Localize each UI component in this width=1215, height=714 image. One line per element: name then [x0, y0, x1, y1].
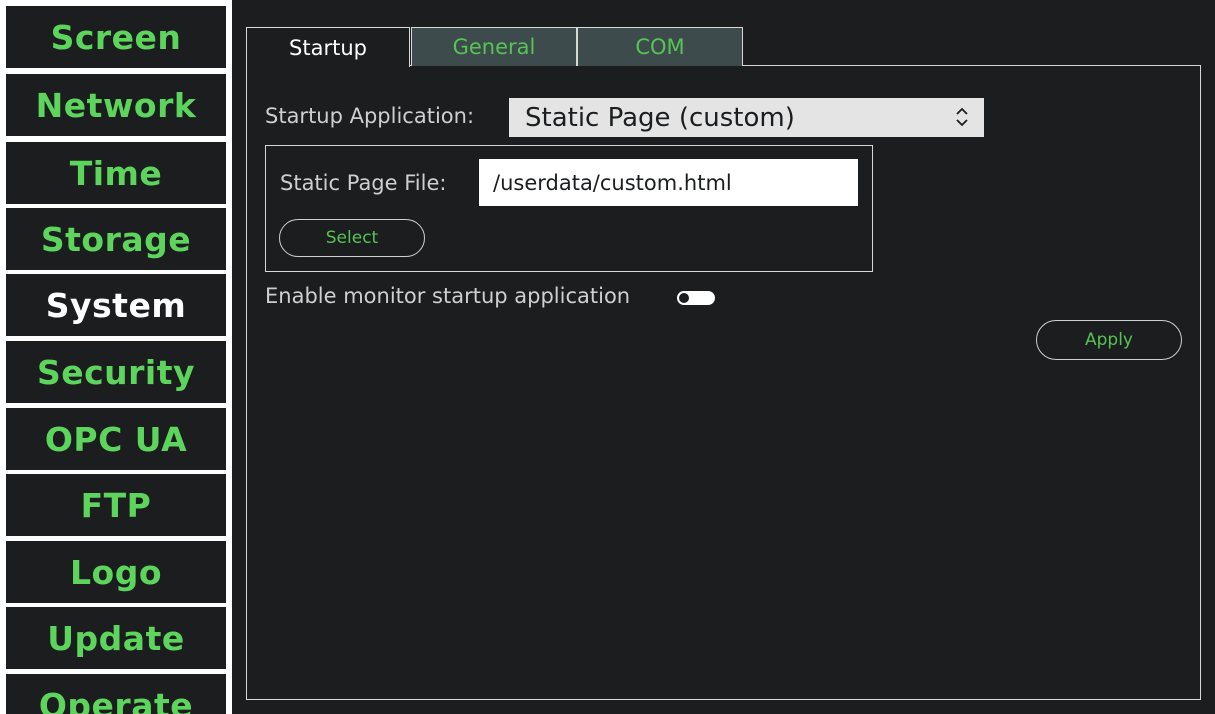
startup-application-label: Startup Application: — [265, 104, 475, 128]
sidebar-item-update[interactable]: Update — [6, 607, 226, 669]
tab-com[interactable]: COM — [577, 27, 743, 66]
settings-window: Screen Network Time Storage System Secur… — [0, 0, 1215, 714]
tab-general[interactable]: General — [411, 27, 577, 66]
apply-button[interactable]: Apply — [1036, 320, 1182, 360]
sidebar-item-opc-ua[interactable]: OPC UA — [6, 408, 226, 470]
monitor-startup-label: Enable monitor startup application — [265, 284, 631, 308]
static-page-file-input[interactable] — [479, 159, 858, 206]
select-button[interactable]: Select — [279, 219, 425, 257]
sidebar-item-logo[interactable]: Logo — [6, 541, 226, 603]
monitor-startup-toggle[interactable] — [677, 291, 715, 305]
sidebar-item-ftp[interactable]: FTP — [6, 474, 226, 536]
startup-application-select[interactable]: Static Page (custom) — [509, 98, 984, 137]
chevron-up-down-icon — [956, 107, 968, 127]
sidebar-item-system[interactable]: System — [6, 274, 226, 336]
tab-startup[interactable]: Startup — [246, 27, 410, 67]
static-page-file-label: Static Page File: — [280, 171, 447, 195]
sidebar: Screen Network Time Storage System Secur… — [0, 0, 232, 714]
sidebar-item-security[interactable]: Security — [6, 341, 226, 403]
sidebar-item-operate[interactable]: Operate — [6, 674, 226, 714]
sidebar-item-network[interactable]: Network — [6, 74, 226, 136]
sidebar-item-storage[interactable]: Storage — [6, 208, 226, 270]
main-panel: Startup General COM Startup Application:… — [232, 0, 1215, 714]
toggle-knob — [678, 292, 690, 304]
sidebar-item-time[interactable]: Time — [6, 142, 226, 204]
startup-application-value: Static Page (custom) — [525, 102, 795, 133]
sidebar-item-screen[interactable]: Screen — [6, 6, 226, 68]
